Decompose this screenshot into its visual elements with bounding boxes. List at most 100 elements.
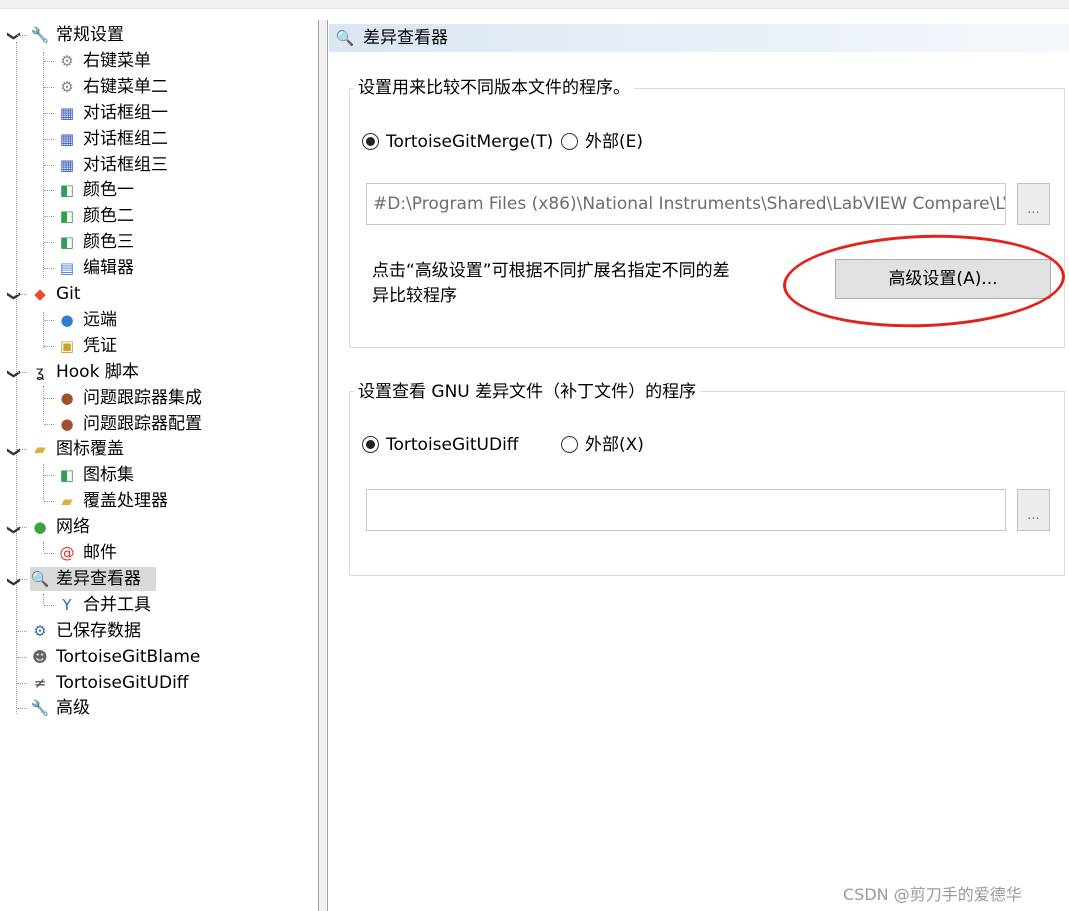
collapse-chevron-icon[interactable]: ❯ (6, 523, 21, 537)
tree-branch-line (43, 312, 44, 348)
globe-icon: ● (60, 311, 74, 329)
udiff-viewer-group-title: 设置查看 GNU 差异文件（补丁文件）的程序 (354, 381, 701, 403)
browse-button[interactable]: ... (1017, 183, 1050, 225)
color-palette-icon: ◧ (59, 466, 75, 484)
windows-flag-icon: ▦ (59, 104, 75, 122)
page-header: 🔍 差异查看器 (329, 24, 1069, 52)
tree-item-label: 图标覆盖 (56, 439, 124, 459)
tree-connector (44, 139, 54, 140)
tree-branch-line (43, 594, 44, 604)
tree-connector (44, 216, 54, 217)
radio-label: 外部(X) (585, 435, 644, 455)
tree-item-label: Git (56, 284, 81, 304)
radio-checked-icon[interactable] (362, 133, 379, 150)
settings-tree[interactable]: ❯ ❯ ❯ ❯ ❯ ❯ 🔧 常规设置 ⚙ 右键菜单 ⚙ 右键菜单二 ▦ 对话框组一 ▦ 对话框组二… (0, 20, 319, 911)
collapse-chevron-icon[interactable]: ❯ (6, 445, 21, 459)
tree-connector (17, 683, 27, 684)
tree-connector (44, 113, 54, 114)
network-globe-icon: ● (33, 518, 47, 536)
gear-icon: ⚙ (60, 52, 74, 70)
tree-connector (17, 631, 27, 632)
tree-item-label: 颜色一 (83, 180, 134, 200)
external-diff-path-input[interactable]: #D:\Program Files (x86)\National Instrum… (366, 183, 1006, 225)
tree-connector (44, 61, 54, 62)
tree-branch-line (43, 464, 44, 500)
tree-connector (44, 242, 54, 243)
radio-unchecked-icon[interactable] (561, 133, 578, 150)
wrench-icon: 🔧 (30, 26, 50, 44)
tree-connector (44, 605, 54, 606)
overlay-folder-icon: ▰ (34, 440, 46, 458)
windows-flag-icon: ▦ (59, 130, 75, 148)
hook-icon: ʓ (35, 363, 45, 381)
tree-item-label: 颜色三 (83, 232, 134, 252)
tree-item-label: 右键菜单二 (83, 77, 168, 97)
tree-connector (44, 87, 54, 88)
panel-splitter[interactable] (319, 20, 328, 911)
tree-item-label: 对话框组一 (83, 103, 168, 123)
collapse-chevron-icon[interactable]: ❯ (6, 367, 21, 381)
collapse-chevron-icon[interactable]: ❯ (6, 575, 21, 589)
tree-item-label: 编辑器 (83, 258, 134, 278)
collapse-chevron-icon[interactable]: ❯ (6, 289, 21, 303)
tree-item-label: 网络 (56, 517, 90, 537)
tree-connector (44, 320, 54, 321)
saved-data-gear-icon: ⚙ (33, 622, 47, 640)
radio-unchecked-icon[interactable] (561, 436, 578, 453)
advanced-description-line1: 点击“高级设置”可根据不同扩展名指定不同的差 (372, 261, 730, 281)
external-udiff-path-input[interactable] (366, 489, 1006, 531)
udiff-viewer-group (349, 391, 1065, 576)
overlay-folder-icon: ▰ (61, 492, 73, 510)
git-logo-icon: ◆ (34, 285, 46, 303)
page-title: 差异查看器 (363, 28, 448, 48)
color-palette-icon: ◧ (59, 207, 75, 225)
ladybug-icon: ● (60, 415, 74, 433)
notepad-icon: ▤ (59, 259, 75, 277)
credentials-icon: ▣ (59, 337, 75, 355)
tree-connector (17, 657, 27, 658)
tree-connector (44, 553, 54, 554)
ladybug-icon: ● (60, 389, 74, 407)
color-palette-icon: ◧ (59, 233, 75, 251)
magnifier-icon: 🔍 (335, 29, 355, 47)
tree-item-label: TortoiseGitUDiff (56, 673, 189, 693)
tree-connector (17, 35, 27, 36)
tree-item-label: 颜色二 (83, 206, 134, 226)
tree-item-label: 邮件 (83, 543, 117, 563)
tree-connector (17, 708, 27, 709)
watermark: CSDN @剪刀手的爱德华 (843, 885, 1022, 904)
tree-item-label: Hook 脚本 (56, 362, 139, 382)
tree-item-label: 对话框组二 (83, 129, 168, 149)
tree-item-label: 远端 (83, 310, 117, 330)
browse-button[interactable]: ... (1017, 489, 1050, 531)
radio-label: TortoiseGitUDiff (386, 435, 519, 455)
at-sign-icon: @ (59, 544, 75, 562)
tree-connector (17, 527, 27, 528)
tree-connector (44, 190, 54, 191)
tree-item-label: 覆盖处理器 (83, 491, 168, 511)
collapse-chevron-icon[interactable]: ❯ (6, 29, 21, 43)
gear-icon: ⚙ (60, 78, 74, 96)
tree-connector (44, 346, 54, 347)
tree-item-label: 问题跟踪器集成 (83, 388, 202, 408)
tree-branch-line (43, 542, 44, 552)
radio-checked-icon[interactable] (362, 436, 379, 453)
radio-label: TortoiseGitMerge(T) (386, 132, 554, 152)
blame-person-icon: ☻ (32, 648, 48, 666)
tree-item-label: 高级 (56, 698, 90, 718)
tree-item-label: 图标集 (83, 465, 134, 485)
tree-item-label: 右键菜单 (83, 51, 151, 71)
tree-connector (44, 475, 54, 476)
windows-flag-icon: ▦ (59, 156, 75, 174)
tree-connector (44, 165, 54, 166)
udiff-icon: ≠ (33, 674, 47, 692)
color-palette-icon: ◧ (59, 181, 75, 199)
tree-item-label: 已保存数据 (56, 621, 141, 641)
magnifier-icon: 🔍 (30, 570, 50, 588)
tree-item-label: 差异查看器 (56, 569, 141, 589)
tree-item-label: TortoiseGitBlame (56, 647, 201, 667)
tree-connector (44, 268, 54, 269)
merge-icon: Y (62, 596, 72, 614)
tree-item[interactable]: 🔍 差异查看器 (30, 567, 156, 591)
tree-connector (17, 294, 27, 295)
